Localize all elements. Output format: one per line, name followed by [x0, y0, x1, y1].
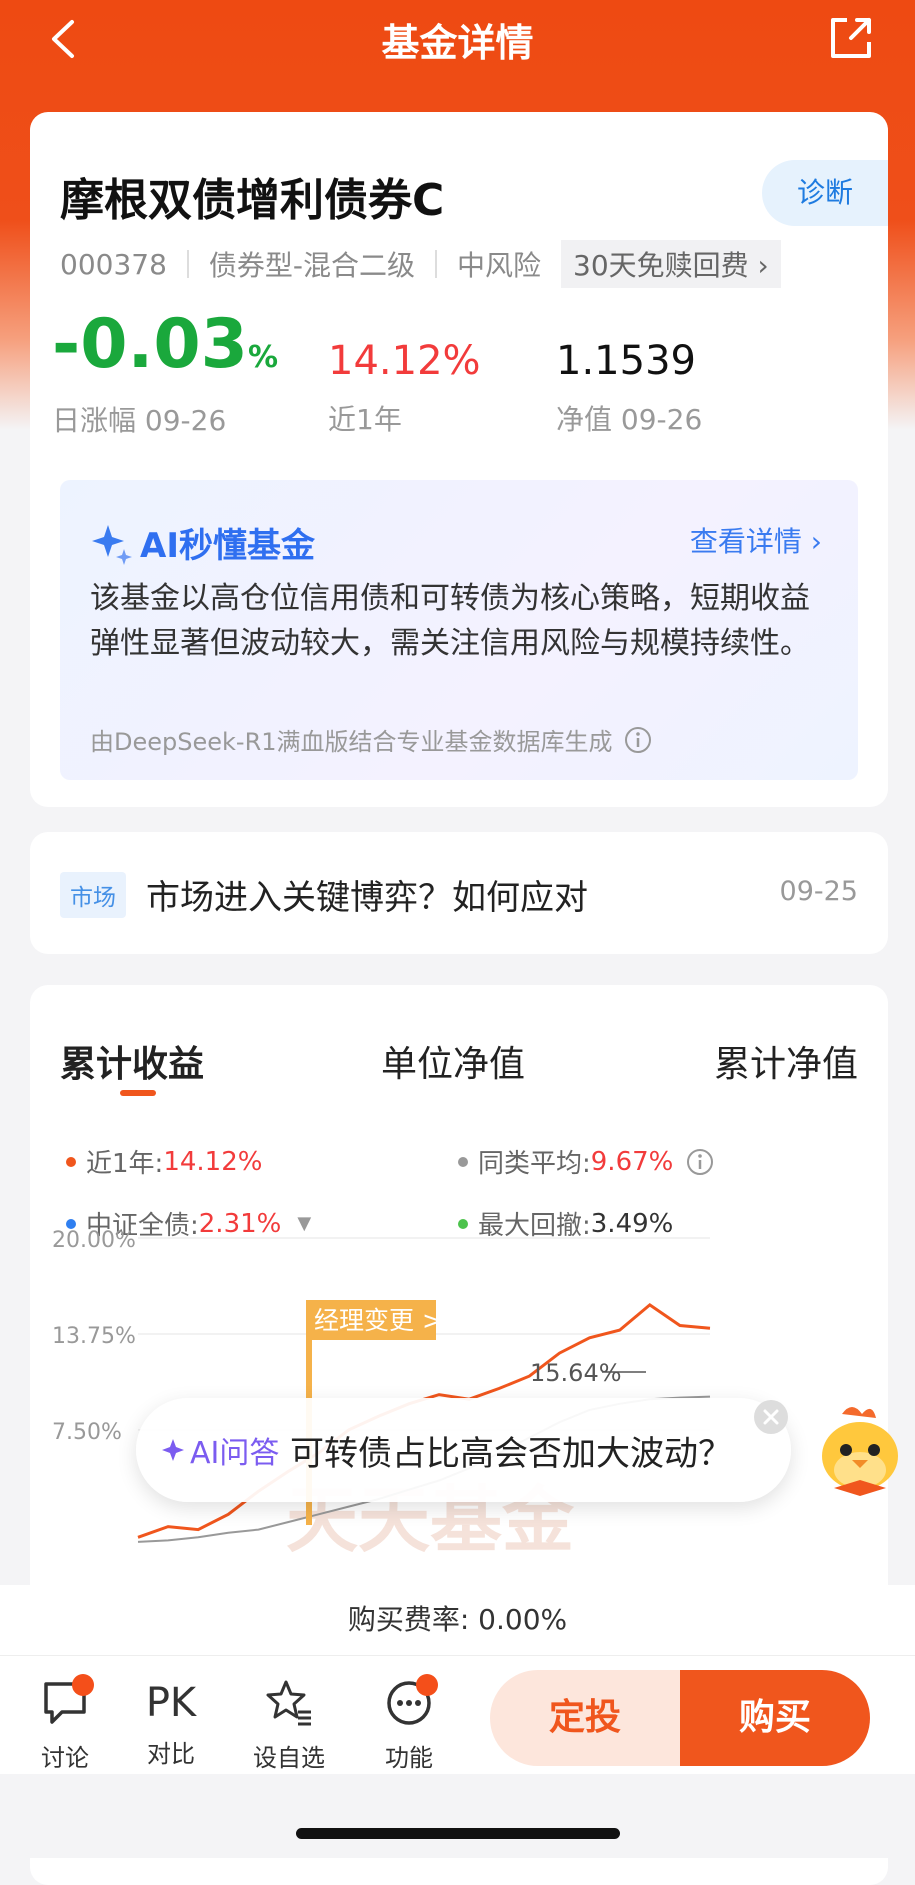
ai-view-details-label: 查看详情 [689, 525, 802, 558]
sparkle-icon [92, 524, 132, 565]
news-card[interactable]: 市场 市场进入关键博弈？如何应对 09-25 [30, 832, 888, 954]
purchase-fee-rate: 购买费率: 0.00% [0, 1585, 915, 1656]
news-date: 09-25 [779, 876, 858, 907]
ai-view-details-link[interactable]: 查看详情 › [690, 520, 822, 560]
star-list-icon [266, 1680, 311, 1726]
ai-qa-label: AI问答 [160, 1428, 279, 1472]
ai-summary-title: AI秒懂基金 [90, 518, 315, 567]
y-tick-label: 7.50% [52, 1420, 122, 1445]
daily-change-value: -0.03 [52, 305, 248, 384]
fee-tag[interactable]: 30天免赎回费 › [561, 240, 781, 288]
y-tick-label: 13.75% [52, 1324, 136, 1349]
bottom-watchlist[interactable]: 设自选 [244, 1678, 334, 1773]
fixed-investment-button[interactable]: 定投 [490, 1670, 680, 1766]
diagnose-button[interactable]: 诊断 [762, 160, 888, 226]
ai-source-text: 由DeepSeek-R1满血版结合专业基金数据库生成 [90, 728, 613, 756]
bottom-watchlist-label: 设自选 [253, 1744, 325, 1772]
buy-button[interactable]: 购买 [680, 1670, 870, 1766]
ai-source-note: 由DeepSeek-R1满血版结合专业基金数据库生成 [90, 722, 653, 757]
ai-summary-box[interactable]: AI秒懂基金 查看详情 › 该基金以高仓位信用债和可转债为核心策略，短期收益弹性… [60, 480, 858, 780]
manager-change-label: 经理变更 > [314, 1306, 443, 1335]
notification-dot [72, 1674, 94, 1696]
ai-qa-bubble[interactable]: AI问答 可转债占比高会否加大波动？ [136, 1398, 791, 1502]
top-nav: 基金详情 [0, 0, 915, 110]
fund-meta: 000378 债券型-混合二级 中风险 30天免赎回费 › [60, 240, 781, 288]
news-title: 市场进入关键博弈？如何应对 [146, 878, 588, 918]
one-year-label: 近1年 [328, 403, 402, 436]
one-year-metric: 14.12% 近1年 [328, 338, 481, 438]
bottom-discuss[interactable]: 讨论 [20, 1674, 110, 1773]
daily-change-metric: -0.03% 日涨幅 09-26 [52, 311, 279, 439]
bottom-action-bar: 讨论 PK 对比 设自选 功能 定投 购买 [0, 1656, 915, 1774]
daily-change-label: 日涨幅 09-26 [52, 404, 227, 437]
one-year-value: 14.12% [328, 338, 481, 384]
ai-summary-title-text: AI秒懂基金 [140, 526, 315, 566]
fund-risk: 中风险 [457, 249, 542, 282]
nav-label: 净值 09-26 [556, 403, 703, 436]
share-icon[interactable] [825, 12, 877, 64]
peak-annotation: 15.64% [530, 1359, 646, 1387]
mascot-chick-icon[interactable] [812, 1400, 908, 1500]
bottom-compare[interactable]: PK 对比 [126, 1678, 216, 1769]
pk-icon: PK [145, 1680, 197, 1726]
ai-summary-text: 该基金以高仓位信用债和可转债为核心策略，短期收益弹性显著但波动较大，需关注信用风… [90, 581, 810, 661]
home-indicator-area [0, 1774, 915, 1858]
bottom-compare-label: 对比 [147, 1740, 195, 1768]
bottom-discuss-label: 讨论 [41, 1744, 89, 1772]
bottom-functions[interactable]: 功能 [364, 1674, 454, 1773]
fund-name: 摩根双债增利债券C [60, 175, 445, 226]
daily-change-unit: % [248, 340, 279, 375]
peak-label: 15.64% [530, 1359, 622, 1387]
fund-summary-card: 摩根双债增利债券C 诊断 000378 债券型-混合二级 中风险 30天免赎回费… [30, 112, 888, 807]
page-title: 基金详情 [381, 21, 534, 65]
fund-type: 债券型-混合二级 [208, 249, 415, 282]
ai-qa-question: 可转债占比高会否加大波动？ [290, 1434, 732, 1474]
info-icon[interactable] [623, 725, 653, 755]
sparkle-icon [162, 1439, 184, 1461]
fee-tag-label: 30天免赎回费 [573, 249, 749, 282]
y-tick-label: 20.00% [52, 1228, 136, 1253]
divider [435, 250, 437, 278]
divider [186, 250, 189, 278]
ai-qa-label-text: AI问答 [190, 1436, 280, 1471]
nav-value: 1.1539 [556, 338, 696, 384]
close-icon [763, 1409, 779, 1425]
nav-metric: 1.1539 净值 09-26 [556, 338, 702, 438]
notification-dot [416, 1674, 438, 1696]
bottom-functions-label: 功能 [385, 1744, 433, 1772]
fund-code: 000378 [60, 247, 167, 281]
home-indicator[interactable] [296, 1828, 620, 1839]
news-tag: 市场 [60, 872, 126, 918]
close-bubble-button[interactable] [754, 1400, 788, 1434]
